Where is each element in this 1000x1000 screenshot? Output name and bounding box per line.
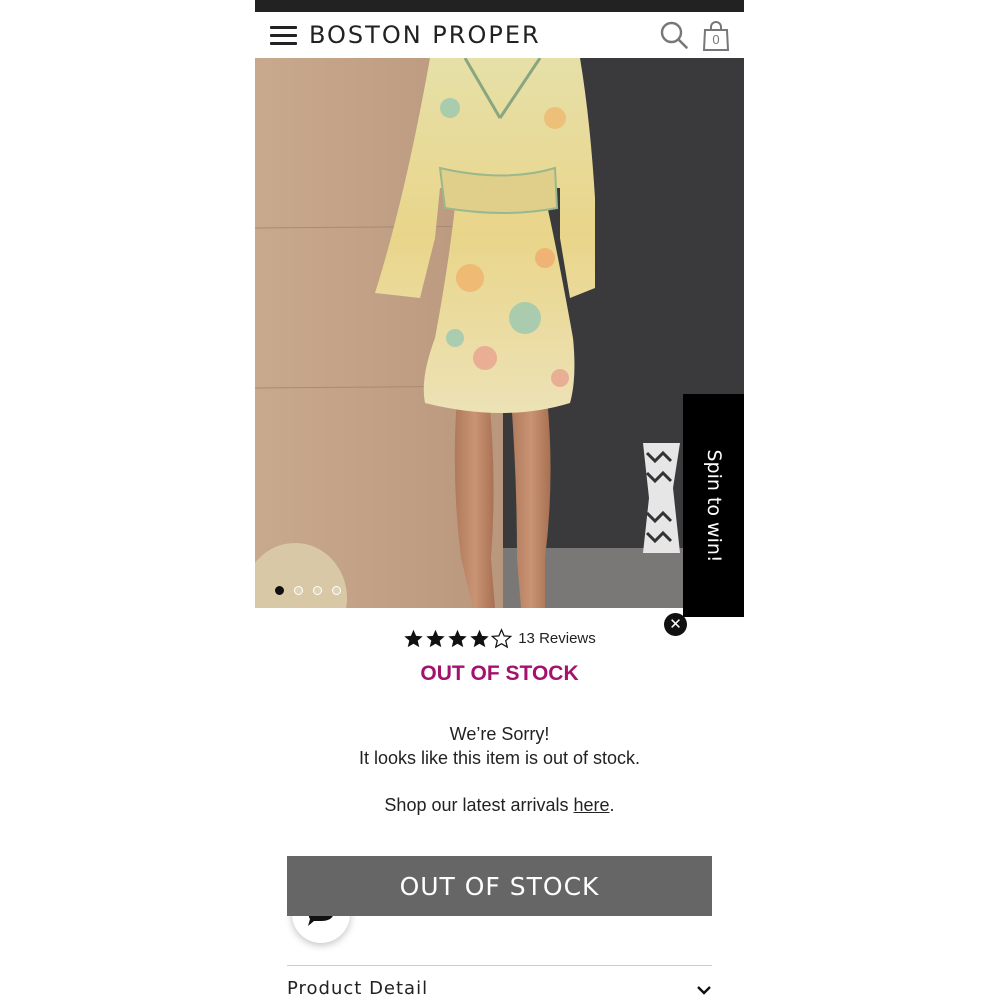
bag-count: 0 xyxy=(712,32,720,47)
carousel-dot[interactable] xyxy=(332,586,341,595)
hamburger-menu-icon[interactable] xyxy=(270,26,297,46)
shopping-bag-icon[interactable]: 0 xyxy=(701,20,731,52)
carousel-dots xyxy=(275,586,341,595)
search-icon[interactable] xyxy=(659,20,689,50)
divider xyxy=(287,965,712,966)
sorry-line-2: It looks like this item is out of stock. xyxy=(358,748,641,768)
shop-prefix: Shop our latest arrivals xyxy=(384,795,574,815)
site-header: BOSTON PROPER 0 xyxy=(255,12,744,58)
out-of-stock-message: We’re Sorry! It looks like this item is … xyxy=(255,722,744,770)
spin-to-win-label: Spin to win! xyxy=(702,448,725,563)
star-filled-icon xyxy=(426,629,445,648)
product-rating[interactable]: 13 Reviews xyxy=(255,628,744,649)
shop-latest-arrivals: Shop our latest arrivals here. xyxy=(255,795,744,816)
sorry-line-1: We’re Sorry! xyxy=(449,724,550,744)
product-image[interactable] xyxy=(255,58,744,608)
chevron-down-icon[interactable] xyxy=(696,985,712,995)
brand-logo[interactable]: BOSTON PROPER xyxy=(309,21,541,49)
reviews-link[interactable]: 13 Reviews xyxy=(518,630,596,647)
stock-status: OUT OF STOCK xyxy=(420,662,579,685)
star-filled-icon xyxy=(448,629,467,648)
phone-viewport: BOSTON PROPER 0 Spin to win! ✕ 13 Review… xyxy=(255,0,744,1000)
here-link[interactable]: here xyxy=(574,795,610,815)
carousel-dot[interactable] xyxy=(275,586,284,595)
shop-suffix: . xyxy=(609,795,615,815)
out-of-stock-button[interactable]: OUT OF STOCK xyxy=(287,856,712,916)
product-detail-accordion[interactable]: Product Detail xyxy=(287,978,428,999)
star-filled-icon xyxy=(404,629,423,648)
spin-to-win-tab[interactable]: Spin to win! xyxy=(683,394,744,617)
star-filled-icon xyxy=(470,629,489,648)
star-empty-icon xyxy=(491,628,513,649)
carousel-dot[interactable] xyxy=(313,586,322,595)
rating-stars xyxy=(403,628,513,649)
status-bar xyxy=(255,0,744,12)
carousel-dot[interactable] xyxy=(294,586,303,595)
